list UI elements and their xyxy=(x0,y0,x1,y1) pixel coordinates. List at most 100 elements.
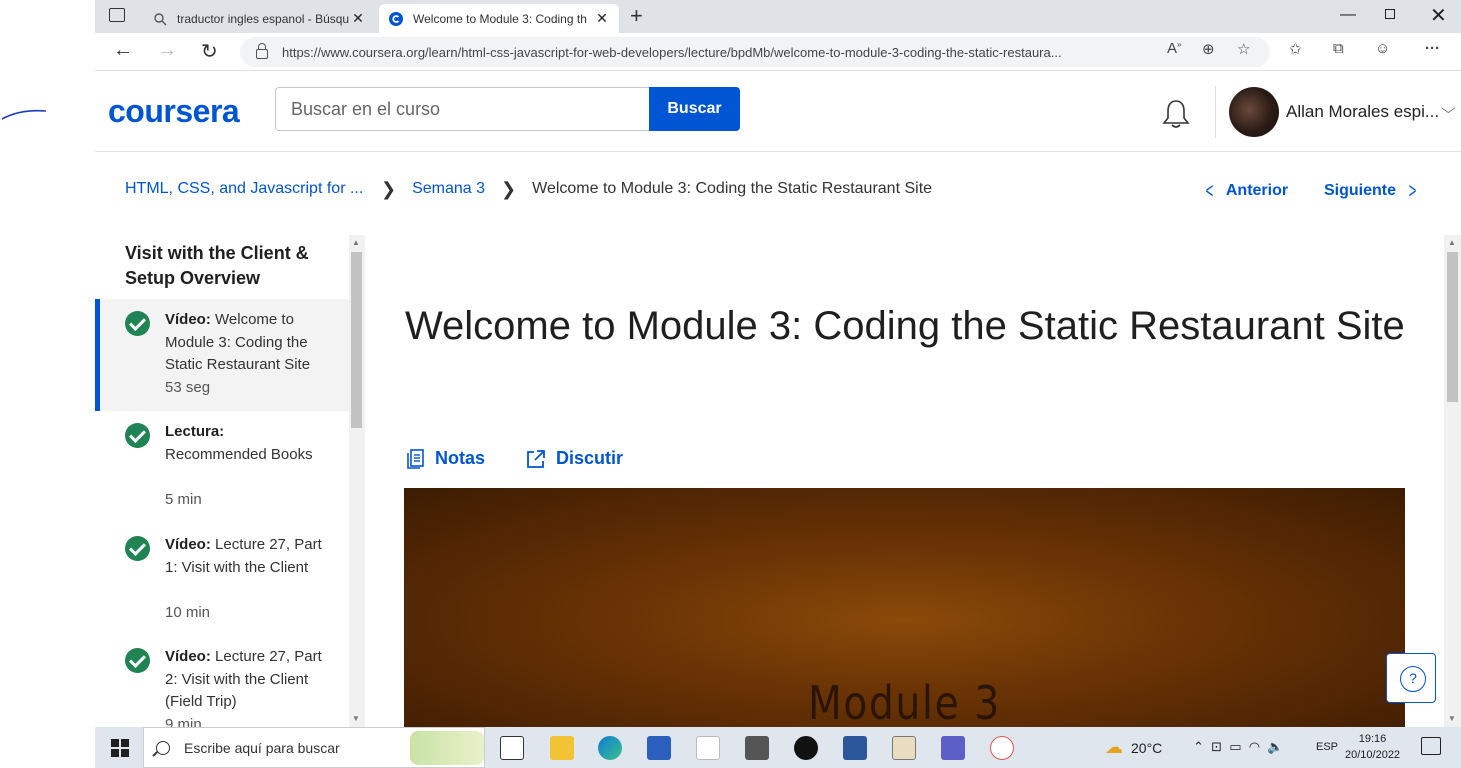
back-icon[interactable]: ← xyxy=(113,39,133,62)
sidebar-item-recommended-books[interactable]: Lectura: Recommended Books 5 min xyxy=(95,411,349,523)
task-view-icon[interactable] xyxy=(500,736,524,760)
word-icon[interactable] xyxy=(843,736,867,760)
pen-stroke-mark xyxy=(1,109,47,120)
collections-icon[interactable]: ⧉ xyxy=(1333,40,1344,57)
google-chrome-icon[interactable] xyxy=(696,736,720,760)
browser-tab-search[interactable]: traductor ingles espanol - Búsqu ✕ xyxy=(143,4,375,33)
browser-navigation-bar: ← → ↻ https://www.coursera.org/learn/htm… xyxy=(95,33,1461,71)
app-icon[interactable] xyxy=(892,736,916,760)
next-button[interactable]: Siguiente > xyxy=(1324,178,1419,204)
notes-icon xyxy=(407,448,424,469)
reload-icon[interactable]: ↻ xyxy=(201,39,218,64)
address-bar[interactable]: https://www.coursera.org/learn/html-css-… xyxy=(240,37,1270,67)
sidebar-scrollbar-thumb[interactable] xyxy=(351,252,362,428)
microsoft-store-icon[interactable] xyxy=(647,736,671,760)
sidebar-item-lecture-27-part-1[interactable]: Vídeo: Lecture 27, Part 1: Visit with th… xyxy=(95,524,349,636)
forward-icon[interactable]: → xyxy=(157,39,177,62)
header-divider xyxy=(1215,86,1216,138)
completed-check-icon xyxy=(125,311,150,336)
completed-check-icon xyxy=(125,423,150,448)
chevron-right-icon: ❯ xyxy=(381,178,397,199)
previous-label: Anterior xyxy=(1225,182,1289,199)
course-search-input[interactable] xyxy=(275,87,650,131)
sidebar-item-welcome-video[interactable]: Vídeo: Welcome to Module 3: Coding the S… xyxy=(95,299,349,411)
sidebar-item-duration: 9 min xyxy=(165,716,202,727)
url-text: https://www.coursera.org/learn/html-css-… xyxy=(282,44,1062,60)
weather-widget[interactable]: ☁ 20°C xyxy=(1105,737,1162,758)
app-icon[interactable] xyxy=(990,736,1014,760)
tab-title: traductor ingles espanol - Búsqu xyxy=(177,11,350,26)
search-button[interactable]: Buscar xyxy=(649,87,740,131)
main-scrollbar-thumb[interactable] xyxy=(1447,252,1458,402)
coursera-favicon-icon xyxy=(389,11,403,26)
clock-date: 20/10/2022 xyxy=(1345,749,1401,761)
search-icon xyxy=(156,740,170,755)
file-explorer-icon[interactable] xyxy=(550,736,574,760)
language-indicator[interactable]: ESP xyxy=(1316,741,1338,753)
lock-icon xyxy=(256,43,268,59)
clock-time: 19:16 xyxy=(1358,733,1387,745)
minimize-icon[interactable]: — xyxy=(1340,6,1356,24)
chevron-left-icon: < xyxy=(1205,178,1214,203)
teams-icon[interactable] xyxy=(941,736,965,760)
scroll-down-icon[interactable]: ▼ xyxy=(1448,714,1456,723)
sidebar-item-label: Vídeo: Welcome to Module 3: Coding the S… xyxy=(165,311,311,373)
discuss-link[interactable]: Discutir xyxy=(526,448,623,469)
read-aloud-icon[interactable]: A» xyxy=(1167,40,1181,57)
chevron-down-icon[interactable]: ⌵ xyxy=(1441,100,1456,117)
avatar[interactable] xyxy=(1229,87,1279,137)
help-button[interactable] xyxy=(1386,653,1436,703)
scroll-down-icon[interactable]: ▼ xyxy=(352,714,360,723)
temperature: 20°C xyxy=(1131,739,1163,756)
completed-check-icon xyxy=(125,648,150,673)
sidebar-item-duration: 53 seg xyxy=(165,379,211,396)
window-close-icon[interactable]: ✕ xyxy=(1430,3,1447,28)
app-icon[interactable] xyxy=(745,736,769,760)
search-highlight-image[interactable] xyxy=(410,731,484,765)
coursera-logo[interactable]: coursera xyxy=(108,93,240,130)
new-tab-icon[interactable]: + xyxy=(630,3,643,29)
sidebar-item-duration: 10 min xyxy=(165,604,211,621)
breadcrumb-week-link[interactable]: Semana 3 xyxy=(412,180,485,198)
search-icon xyxy=(154,12,167,25)
sidebar-item-label: Vídeo: Lecture 27, Part 1: Visit with th… xyxy=(165,536,322,576)
chevron-right-icon: > xyxy=(1408,178,1417,203)
notifications-bell-icon[interactable] xyxy=(1160,98,1192,130)
windows-start-icon[interactable] xyxy=(111,739,129,757)
site-header: coursera Buscar Allan Morales espi... ⌵ xyxy=(95,72,1461,152)
taskbar-search-placeholder: Escribe aquí para buscar xyxy=(184,739,340,756)
system-tray-icons[interactable]: ⌃ ⊡ ▭ ◠ 🔈 xyxy=(1193,739,1284,755)
lesson-sidebar: Visit with the Client & Setup Overview V… xyxy=(95,235,365,727)
sidebar-section-title: Visit with the Client & Setup Overview xyxy=(125,243,309,288)
next-label: Siguiente xyxy=(1324,182,1397,199)
close-tab-icon[interactable]: ✕ xyxy=(595,10,609,27)
github-icon[interactable] xyxy=(794,736,818,760)
user-name[interactable]: Allan Morales espi... xyxy=(1286,102,1439,122)
zoom-icon[interactable]: ⊕ xyxy=(1202,40,1215,58)
edge-browser-icon[interactable] xyxy=(598,736,622,760)
sidebar-item-lecture-27-part-2[interactable]: Vídeo: Lecture 27, Part 2: Visit with th… xyxy=(95,636,349,727)
profile-icon[interactable]: ☺ xyxy=(1375,40,1390,57)
notification-center-icon[interactable] xyxy=(1421,737,1441,755)
tab-actions-icon[interactable] xyxy=(109,8,125,22)
chevron-right-icon: ❯ xyxy=(501,178,517,199)
scroll-up-icon[interactable]: ▲ xyxy=(352,238,360,247)
clock[interactable]: 19:16 20/10/2022 xyxy=(1345,731,1400,763)
page-title: Welcome to Module 3: Coding the Static R… xyxy=(405,304,1405,348)
windows-taskbar: Escribe aquí para buscar ☁ 20°C ⌃ ⊡ ▭ ◠ … xyxy=(95,727,1461,768)
favorites-icon[interactable]: ✩ xyxy=(1289,40,1302,58)
close-tab-icon[interactable]: ✕ xyxy=(351,10,365,27)
external-link-icon xyxy=(527,449,545,468)
breadcrumb: HTML, CSS, and Javascript for ... ❯ Sema… xyxy=(125,178,932,200)
video-player[interactable]: Module 3 xyxy=(404,488,1405,728)
browser-tab-bar: traductor ingles espanol - Búsqu ✕ Welco… xyxy=(95,0,1461,33)
breadcrumb-course-link[interactable]: HTML, CSS, and Javascript for ... xyxy=(125,180,365,198)
more-menu-icon[interactable]: ··· xyxy=(1425,40,1440,57)
notes-link[interactable]: Notas xyxy=(407,448,485,469)
completed-check-icon xyxy=(125,536,150,561)
maximize-icon[interactable] xyxy=(1385,9,1395,19)
browser-tab-coursera[interactable]: Welcome to Module 3: Coding th ✕ xyxy=(379,4,619,33)
previous-button[interactable]: < Anterior xyxy=(1203,178,1289,204)
scroll-up-icon[interactable]: ▲ xyxy=(1448,238,1456,247)
add-favorite-icon[interactable]: ☆ xyxy=(1237,40,1250,58)
